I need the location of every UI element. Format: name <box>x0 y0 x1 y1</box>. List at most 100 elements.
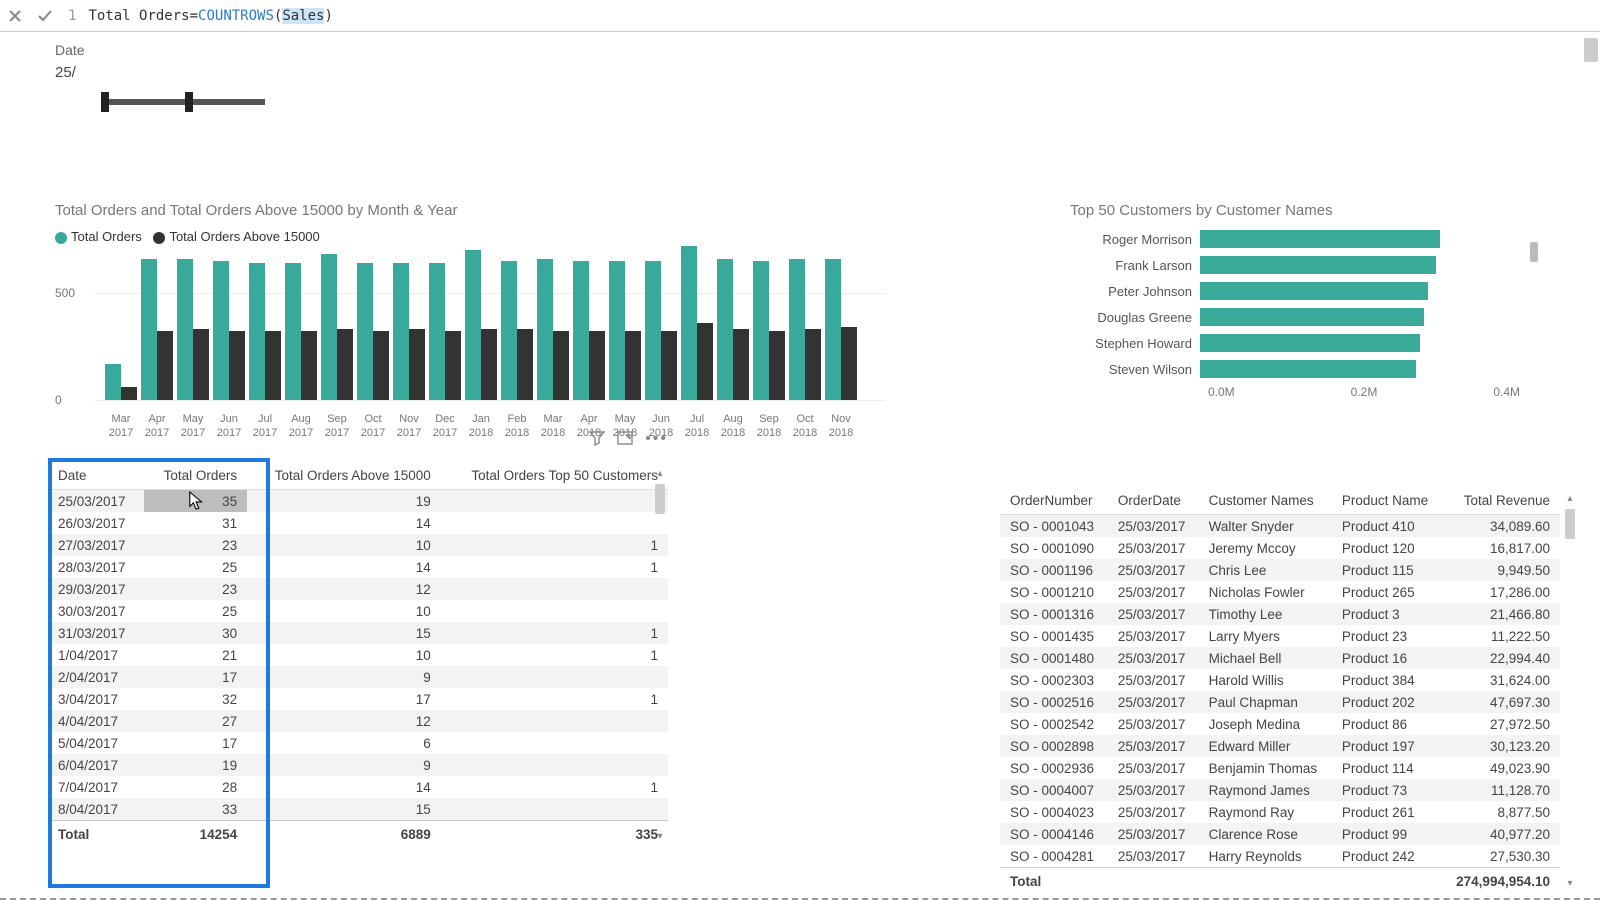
bar-group[interactable] <box>537 259 569 400</box>
table-row[interactable]: SO - 000414625/03/2017Clarence RoseProdu… <box>1000 823 1560 845</box>
bar-group[interactable] <box>177 259 209 400</box>
focus-mode-icon[interactable] <box>617 430 633 448</box>
bar-above-15000[interactable] <box>553 331 569 400</box>
bar-above-15000[interactable] <box>697 323 713 400</box>
hbar-row[interactable]: Stephen Howard <box>1070 333 1520 353</box>
bar-total-orders[interactable] <box>321 254 337 400</box>
table-row[interactable]: SO - 000428125/03/2017Harry ReynoldsProd… <box>1000 845 1560 868</box>
hbar-fill[interactable] <box>1200 308 1424 326</box>
formula-commit-button[interactable] <box>30 1 60 31</box>
bar-above-15000[interactable] <box>805 329 821 400</box>
bar-total-orders[interactable] <box>645 261 661 400</box>
bar-total-orders[interactable] <box>105 364 121 400</box>
bar-above-15000[interactable] <box>409 329 425 400</box>
bar-group[interactable] <box>465 250 497 400</box>
date-slicer[interactable]: Date 25/ <box>55 42 265 105</box>
bar-total-orders[interactable] <box>753 261 769 400</box>
hbar-fill[interactable] <box>1200 230 1440 248</box>
table-row[interactable]: SO - 000402325/03/2017Raymond RayProduct… <box>1000 801 1560 823</box>
table-row[interactable]: SO - 000104325/03/2017Walter SnyderProdu… <box>1000 515 1560 538</box>
scroll-up-arrow-icon[interactable]: ▴ <box>652 468 668 479</box>
bar-group[interactable] <box>825 259 857 400</box>
bar-total-orders[interactable] <box>465 250 481 400</box>
summary-table-scrollbar[interactable]: ▴ ▾ <box>652 484 668 826</box>
bar-group[interactable] <box>357 263 389 400</box>
bar-above-15000[interactable] <box>517 329 533 400</box>
bar-group[interactable] <box>249 263 281 400</box>
hbar-row[interactable]: Frank Larson <box>1070 255 1520 275</box>
bar-group[interactable] <box>717 259 749 400</box>
bar-total-orders[interactable] <box>249 263 265 400</box>
hbar-row[interactable]: Roger Morrison <box>1070 229 1520 249</box>
bar-group[interactable] <box>753 261 785 400</box>
table-row[interactable]: SO - 000251625/03/2017Paul ChapmanProduc… <box>1000 691 1560 713</box>
more-options-icon[interactable]: ••• <box>645 430 668 448</box>
hbar-row[interactable]: Peter Johnson <box>1070 281 1520 301</box>
bar-above-15000[interactable] <box>229 331 245 400</box>
table-row[interactable]: SO - 000119625/03/2017Chris LeeProduct 1… <box>1000 559 1560 581</box>
scrollbar-thumb[interactable] <box>655 484 665 514</box>
bar-above-15000[interactable] <box>481 329 497 400</box>
bar-total-orders[interactable] <box>573 261 589 400</box>
table-row[interactable]: SO - 000148025/03/2017Michael BellProduc… <box>1000 647 1560 669</box>
hbar-row[interactable]: Steven Wilson <box>1070 359 1520 379</box>
bar-total-orders[interactable] <box>285 263 301 400</box>
bar-total-orders[interactable] <box>789 259 805 400</box>
bar-total-orders[interactable] <box>213 261 229 400</box>
filter-icon[interactable] <box>589 430 605 448</box>
bar-group[interactable] <box>321 254 353 400</box>
bar-above-15000[interactable] <box>301 331 317 400</box>
table-row[interactable]: 26/03/20173114 <box>48 512 668 534</box>
detail-table-visual[interactable]: OrderNumberOrderDateCustomer NamesProduc… <box>1000 487 1560 895</box>
bar-total-orders[interactable] <box>357 263 373 400</box>
bar-group[interactable] <box>609 261 641 400</box>
table-row[interactable]: 31/03/201730151 <box>48 622 668 644</box>
bar-group[interactable] <box>393 263 425 400</box>
column-header[interactable]: OrderDate <box>1108 487 1199 515</box>
scroll-up-arrow-icon[interactable]: ▴ <box>1562 493 1578 504</box>
hbar-fill[interactable] <box>1200 360 1416 378</box>
bar-above-15000[interactable] <box>625 331 641 400</box>
table-row[interactable]: 7/04/201728141 <box>48 776 668 798</box>
table-row[interactable]: SO - 000289825/03/2017Edward MillerProdu… <box>1000 735 1560 757</box>
bar-group[interactable] <box>573 261 605 400</box>
bar-above-15000[interactable] <box>193 329 209 400</box>
slicer-handle-start[interactable] <box>101 92 109 112</box>
bar-group[interactable] <box>213 261 245 400</box>
table-row[interactable]: 6/04/2017199 <box>48 754 668 776</box>
table-row[interactable]: 8/04/20173315 <box>48 798 668 821</box>
table-row[interactable]: 5/04/2017176 <box>48 732 668 754</box>
table-row[interactable]: SO - 000121025/03/2017Nicholas FowlerPro… <box>1000 581 1560 603</box>
table-row[interactable]: SO - 000254225/03/2017Joseph MedinaProdu… <box>1000 713 1560 735</box>
table-row[interactable]: 27/03/201723101 <box>48 534 668 556</box>
table-row[interactable]: 25/03/20173519 <box>48 490 668 513</box>
bar-total-orders[interactable] <box>177 259 193 400</box>
table-row[interactable]: 4/04/20172712 <box>48 710 668 732</box>
scrollbar-thumb[interactable] <box>1565 509 1575 539</box>
hbar-fill[interactable] <box>1200 282 1428 300</box>
bar-group[interactable] <box>429 263 461 400</box>
table-row[interactable]: 1/04/201721101 <box>48 644 668 666</box>
slicer-handle-end[interactable] <box>185 92 193 112</box>
table-row[interactable]: SO - 000293625/03/2017Benjamin ThomasPro… <box>1000 757 1560 779</box>
table-row[interactable]: SO - 000400725/03/2017Raymond JamesProdu… <box>1000 779 1560 801</box>
scroll-down-arrow-icon[interactable]: ▾ <box>1562 878 1578 889</box>
bar-group[interactable] <box>645 261 677 400</box>
column-header[interactable]: Date <box>48 462 144 490</box>
bar-total-orders[interactable] <box>681 246 697 400</box>
hbar-fill[interactable] <box>1200 334 1420 352</box>
hbar-scrollbar-thumb[interactable] <box>1530 242 1538 262</box>
column-header[interactable]: Total Revenue <box>1442 487 1560 515</box>
column-header[interactable]: Product Name <box>1332 487 1442 515</box>
bar-total-orders[interactable] <box>393 263 409 400</box>
bar-group[interactable] <box>789 259 821 400</box>
scroll-down-arrow-icon[interactable]: ▾ <box>652 831 668 842</box>
bar-total-orders[interactable] <box>501 261 517 400</box>
bar-above-15000[interactable] <box>445 331 461 400</box>
bar-group[interactable] <box>681 246 713 400</box>
table-row[interactable]: SO - 000143525/03/2017Larry MyersProduct… <box>1000 625 1560 647</box>
table-row[interactable]: 30/03/20172510 <box>48 600 668 622</box>
column-header[interactable]: Total Orders <box>144 462 247 490</box>
table-row[interactable]: SO - 000109025/03/2017Jeremy MccoyProduc… <box>1000 537 1560 559</box>
bar-total-orders[interactable] <box>825 259 841 400</box>
